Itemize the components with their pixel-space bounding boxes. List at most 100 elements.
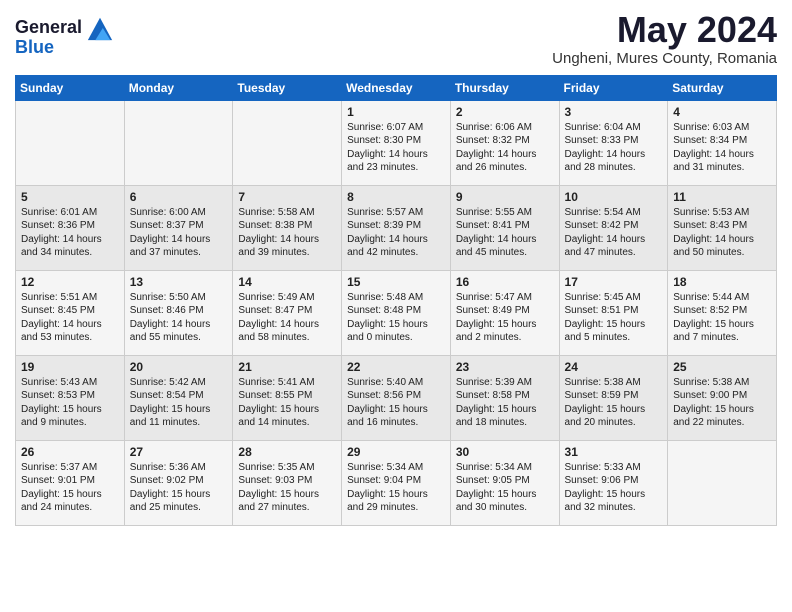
calendar-cell: 24 Sunrise: 5:38 AM Sunset: 8:59 PM Dayli… <box>559 355 668 440</box>
header-cell-tuesday: Tuesday <box>233 75 342 100</box>
day-number: 16 <box>456 275 554 289</box>
calendar-cell: 20 Sunrise: 5:42 AM Sunset: 8:54 PM Dayli… <box>124 355 233 440</box>
day-number: 5 <box>21 190 119 204</box>
cell-info: Sunrise: 5:51 AM Sunset: 8:45 PM Dayligh… <box>21 291 119 345</box>
cell-info: Sunrise: 5:33 AM Sunset: 9:06 PM Dayligh… <box>565 461 663 515</box>
day-number: 6 <box>130 190 228 204</box>
calendar-cell: 23 Sunrise: 5:39 AM Sunset: 8:58 PM Dayli… <box>450 355 559 440</box>
logo: General Blue <box>15 14 114 58</box>
month-title: May 2024 <box>552 10 777 50</box>
calendar-cell: 19 Sunrise: 5:43 AM Sunset: 8:53 PM Dayli… <box>16 355 125 440</box>
cell-info: Sunrise: 5:40 AM Sunset: 8:56 PM Dayligh… <box>347 376 445 430</box>
day-number: 20 <box>130 360 228 374</box>
day-number: 12 <box>21 275 119 289</box>
day-number: 1 <box>347 105 445 119</box>
cell-info: Sunrise: 5:38 AM Sunset: 8:59 PM Dayligh… <box>565 376 663 430</box>
cell-info: Sunrise: 5:54 AM Sunset: 8:42 PM Dayligh… <box>565 206 663 260</box>
day-number: 19 <box>21 360 119 374</box>
day-number: 3 <box>565 105 663 119</box>
calendar-cell: 17Sunrise: 5:45 AM Sunset: 8:51 PM Dayli… <box>559 270 668 355</box>
cell-info: Sunrise: 6:03 AM Sunset: 8:34 PM Dayligh… <box>673 121 771 175</box>
calendar-cell: 2 Sunrise: 6:06 AM Sunset: 8:32 PM Daylig… <box>450 100 559 185</box>
day-number: 23 <box>456 360 554 374</box>
cell-info: Sunrise: 6:00 AM Sunset: 8:37 PM Dayligh… <box>130 206 228 260</box>
calendar-cell <box>16 100 125 185</box>
calendar-cell: 21 Sunrise: 5:41 AM Sunset: 8:55 PM Dayli… <box>233 355 342 440</box>
calendar-cell: 6 Sunrise: 6:00 AM Sunset: 8:37 PM Daylig… <box>124 185 233 270</box>
page-header: General Blue May 2024 Ungheni, Mures Cou… <box>15 10 777 67</box>
calendar-cell: 30 Sunrise: 5:34 AM Sunset: 9:05 PM Dayli… <box>450 440 559 525</box>
day-number: 31 <box>565 445 663 459</box>
header-cell-saturday: Saturday <box>668 75 777 100</box>
day-number: 21 <box>238 360 336 374</box>
cell-info: Sunrise: 5:35 AM Sunset: 9:03 PM Dayligh… <box>238 461 336 515</box>
cell-info: Sunrise: 5:34 AM Sunset: 9:04 PM Dayligh… <box>347 461 445 515</box>
cell-info: Sunrise: 5:53 AM Sunset: 8:43 PM Dayligh… <box>673 206 771 260</box>
cell-info: Sunrise: 5:41 AM Sunset: 8:55 PM Dayligh… <box>238 376 336 430</box>
header-row: SundayMondayTuesdayWednesdayThursdayFrid… <box>16 75 777 100</box>
calendar-cell: 5Sunrise: 6:01 AM Sunset: 8:36 PM Daylig… <box>16 185 125 270</box>
cell-info: Sunrise: 6:06 AM Sunset: 8:32 PM Dayligh… <box>456 121 554 175</box>
day-number: 2 <box>456 105 554 119</box>
cell-info: Sunrise: 5:57 AM Sunset: 8:39 PM Dayligh… <box>347 206 445 260</box>
day-number: 25 <box>673 360 771 374</box>
day-number: 7 <box>238 190 336 204</box>
day-number: 22 <box>347 360 445 374</box>
week-row-4: 19 Sunrise: 5:43 AM Sunset: 8:53 PM Dayli… <box>16 355 777 440</box>
header-cell-friday: Friday <box>559 75 668 100</box>
cell-info: Sunrise: 5:49 AM Sunset: 8:47 PM Dayligh… <box>238 291 336 345</box>
calendar-cell: 28 Sunrise: 5:35 AM Sunset: 9:03 PM Dayli… <box>233 440 342 525</box>
header-cell-thursday: Thursday <box>450 75 559 100</box>
calendar-cell: 25Sunrise: 5:38 AM Sunset: 9:00 PM Dayli… <box>668 355 777 440</box>
cell-info: Sunrise: 5:42 AM Sunset: 8:54 PM Dayligh… <box>130 376 228 430</box>
calendar-cell: 9 Sunrise: 5:55 AM Sunset: 8:41 PM Daylig… <box>450 185 559 270</box>
day-number: 27 <box>130 445 228 459</box>
header-cell-wednesday: Wednesday <box>342 75 451 100</box>
cell-info: Sunrise: 5:43 AM Sunset: 8:53 PM Dayligh… <box>21 376 119 430</box>
day-number: 11 <box>673 190 771 204</box>
cell-info: Sunrise: 5:55 AM Sunset: 8:41 PM Dayligh… <box>456 206 554 260</box>
calendar-cell: 14 Sunrise: 5:49 AM Sunset: 8:47 PM Dayli… <box>233 270 342 355</box>
cell-info: Sunrise: 5:58 AM Sunset: 8:38 PM Dayligh… <box>238 206 336 260</box>
calendar-cell: 3Sunrise: 6:04 AM Sunset: 8:33 PM Daylig… <box>559 100 668 185</box>
calendar-cell: 22 Sunrise: 5:40 AM Sunset: 8:56 PM Dayli… <box>342 355 451 440</box>
week-row-5: 26Sunrise: 5:37 AM Sunset: 9:01 PM Dayli… <box>16 440 777 525</box>
day-number: 10 <box>565 190 663 204</box>
week-row-2: 5Sunrise: 6:01 AM Sunset: 8:36 PM Daylig… <box>16 185 777 270</box>
week-row-3: 12 Sunrise: 5:51 AM Sunset: 8:45 PM Dayli… <box>16 270 777 355</box>
day-number: 4 <box>673 105 771 119</box>
logo-general: General <box>15 18 82 38</box>
cell-info: Sunrise: 5:47 AM Sunset: 8:49 PM Dayligh… <box>456 291 554 345</box>
cell-info: Sunrise: 5:39 AM Sunset: 8:58 PM Dayligh… <box>456 376 554 430</box>
cell-info: Sunrise: 5:34 AM Sunset: 9:05 PM Dayligh… <box>456 461 554 515</box>
calendar-cell: 26Sunrise: 5:37 AM Sunset: 9:01 PM Dayli… <box>16 440 125 525</box>
calendar-cell: 18 Sunrise: 5:44 AM Sunset: 8:52 PM Dayli… <box>668 270 777 355</box>
cell-info: Sunrise: 5:37 AM Sunset: 9:01 PM Dayligh… <box>21 461 119 515</box>
calendar-cell: 31 Sunrise: 5:33 AM Sunset: 9:06 PM Dayli… <box>559 440 668 525</box>
calendar-cell: 1Sunrise: 6:07 AM Sunset: 8:30 PM Daylig… <box>342 100 451 185</box>
calendar-table: SundayMondayTuesdayWednesdayThursdayFrid… <box>15 75 777 526</box>
calendar-cell: 8Sunrise: 5:57 AM Sunset: 8:39 PM Daylig… <box>342 185 451 270</box>
day-number: 14 <box>238 275 336 289</box>
calendar-cell: 15 Sunrise: 5:48 AM Sunset: 8:48 PM Dayli… <box>342 270 451 355</box>
header-cell-monday: Monday <box>124 75 233 100</box>
logo-icon <box>86 14 114 42</box>
day-number: 29 <box>347 445 445 459</box>
calendar-cell <box>124 100 233 185</box>
day-number: 28 <box>238 445 336 459</box>
day-number: 24 <box>565 360 663 374</box>
day-number: 30 <box>456 445 554 459</box>
day-number: 18 <box>673 275 771 289</box>
cell-info: Sunrise: 5:48 AM Sunset: 8:48 PM Dayligh… <box>347 291 445 345</box>
cell-info: Sunrise: 5:45 AM Sunset: 8:51 PM Dayligh… <box>565 291 663 345</box>
calendar-cell: 13Sunrise: 5:50 AM Sunset: 8:46 PM Dayli… <box>124 270 233 355</box>
title-block: May 2024 Ungheni, Mures County, Romania <box>552 10 777 67</box>
calendar-cell: 4 Sunrise: 6:03 AM Sunset: 8:34 PM Daylig… <box>668 100 777 185</box>
day-number: 13 <box>130 275 228 289</box>
day-number: 15 <box>347 275 445 289</box>
cell-info: Sunrise: 5:44 AM Sunset: 8:52 PM Dayligh… <box>673 291 771 345</box>
location-subtitle: Ungheni, Mures County, Romania <box>552 50 777 67</box>
cell-info: Sunrise: 5:36 AM Sunset: 9:02 PM Dayligh… <box>130 461 228 515</box>
day-number: 9 <box>456 190 554 204</box>
calendar-cell <box>668 440 777 525</box>
